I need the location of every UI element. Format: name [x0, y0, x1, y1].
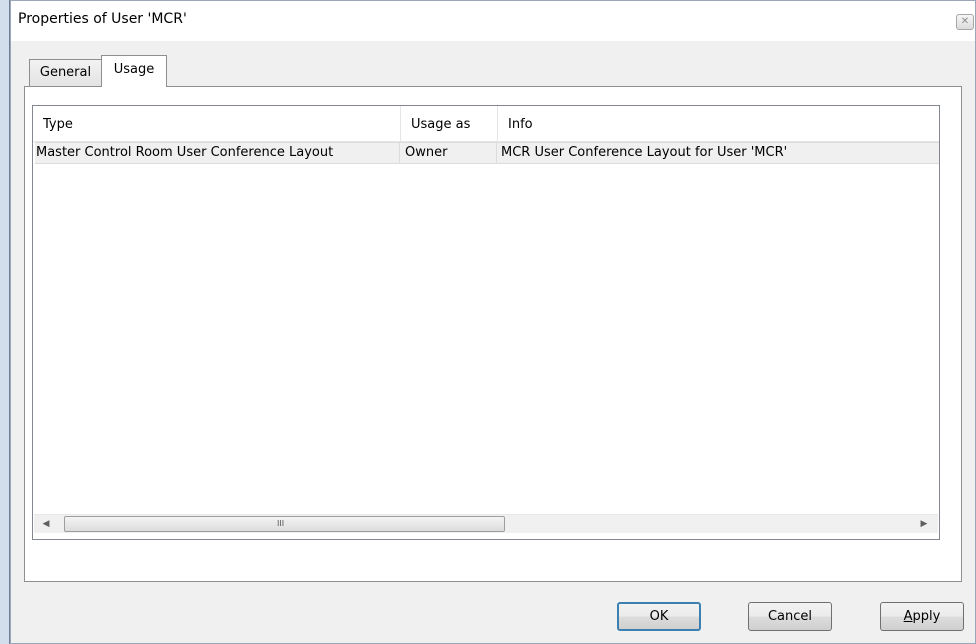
apply-button[interactable]: Apply	[880, 602, 964, 631]
cancel-button[interactable]: Cancel	[748, 602, 832, 631]
horizontal-scrollbar[interactable]: ◀ III ▶	[34, 514, 938, 533]
cell-usage-as: Owner	[405, 145, 448, 160]
close-icon[interactable]: ✕	[956, 14, 974, 30]
title-bar[interactable]: Properties of User 'MCR' ✕	[11, 1, 975, 41]
ok-button[interactable]: OK	[617, 602, 701, 631]
tab-general[interactable]: General	[29, 59, 102, 87]
cancel-button-label: Cancel	[767, 609, 813, 624]
column-header-info-label: Info	[508, 117, 533, 132]
scroll-left-arrow-icon[interactable]: ◀	[38, 517, 54, 531]
scrollbar-grip: III	[277, 519, 285, 528]
column-header-type-label: Type	[43, 117, 73, 132]
cell-divider	[496, 143, 497, 163]
tab-usage-label: Usage	[113, 62, 155, 77]
column-header-usage-as[interactable]: Usage as	[401, 106, 497, 141]
window-title: Properties of User 'MCR'	[18, 11, 187, 27]
column-header-type[interactable]: Type	[33, 106, 400, 141]
usage-list-view[interactable]: Type Usage as Info Master Control Room U…	[32, 105, 940, 540]
cell-info: MCR User Conference Layout for User 'MCR…	[501, 145, 788, 160]
ok-button-label: OK	[649, 609, 669, 624]
cell-divider	[399, 143, 400, 163]
cell-type: Master Control Room User Conference Layo…	[36, 145, 334, 160]
column-header-usage-as-label: Usage as	[411, 117, 471, 132]
scrollbar-thumb[interactable]: III	[64, 516, 505, 532]
column-header-info[interactable]: Info	[498, 106, 918, 141]
apply-button-mnemonic: A	[903, 609, 913, 624]
list-header: Type Usage as Info	[33, 106, 939, 142]
scroll-right-arrow-icon[interactable]: ▶	[916, 517, 932, 531]
tab-general-label: General	[39, 65, 92, 80]
properties-dialog: Properties of User 'MCR' ✕ General Usage…	[10, 0, 976, 644]
apply-button-label: pply	[912, 609, 941, 624]
table-row[interactable]: Master Control Room User Conference Layo…	[35, 142, 939, 164]
tab-usage[interactable]: Usage	[101, 55, 167, 87]
